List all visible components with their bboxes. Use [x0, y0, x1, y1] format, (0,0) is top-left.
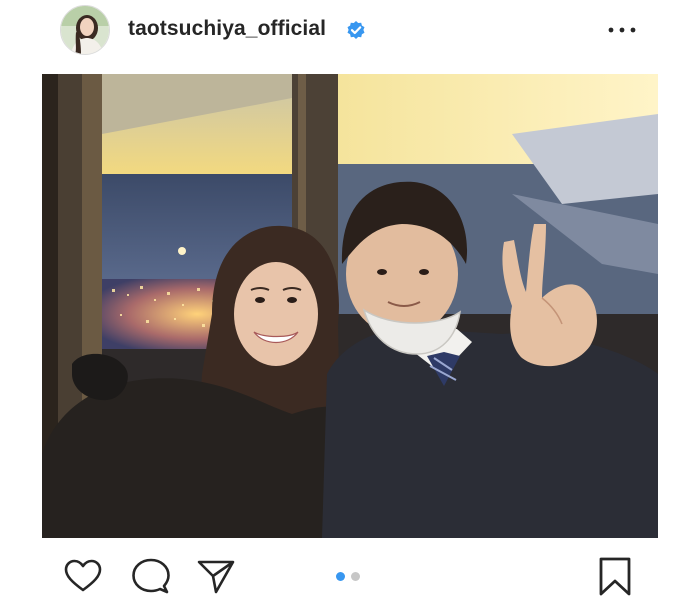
- paper-plane-icon[interactable]: [195, 556, 237, 598]
- post-header: taotsuchiya_official: [0, 0, 700, 64]
- profile-avatar[interactable]: [60, 5, 110, 55]
- verified-badge-icon: [346, 20, 366, 40]
- selfie-photo: [42, 74, 658, 538]
- carousel-dot-active: [336, 572, 345, 581]
- carousel-indicator: [336, 572, 366, 582]
- comment-icon[interactable]: [130, 556, 172, 598]
- avatar-image: [61, 6, 109, 54]
- action-bar: [0, 540, 700, 600]
- username-link[interactable]: taotsuchiya_official: [128, 15, 326, 43]
- more-options-icon[interactable]: [602, 18, 642, 42]
- post-photo[interactable]: [42, 74, 658, 538]
- carousel-dot-inactive: [351, 572, 360, 581]
- heart-icon[interactable]: [62, 556, 104, 598]
- bookmark-icon[interactable]: [594, 556, 636, 598]
